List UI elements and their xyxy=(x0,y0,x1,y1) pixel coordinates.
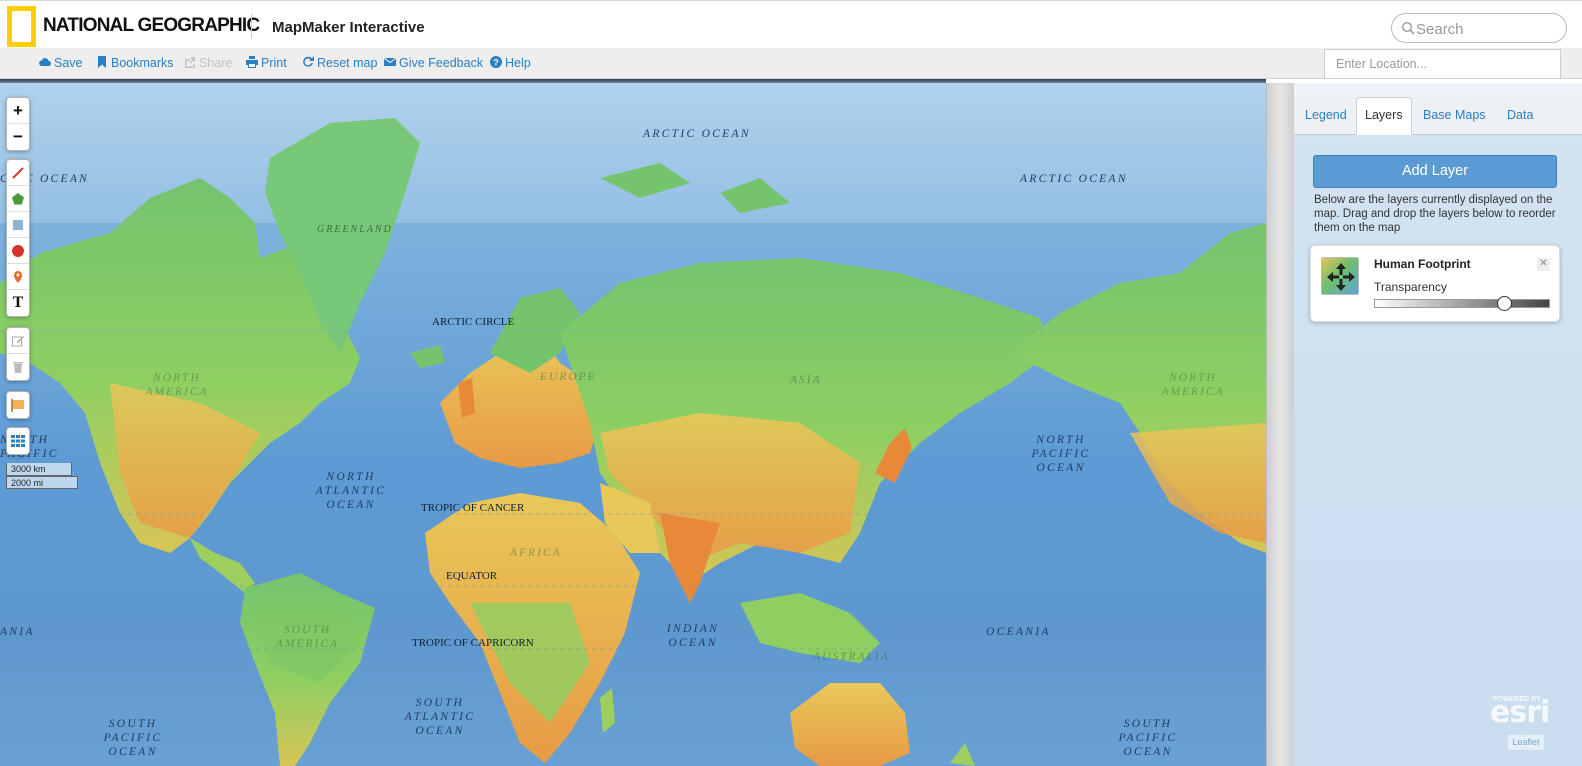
grid-icon[interactable] xyxy=(7,428,29,454)
give-feedback-label: Give Feedback xyxy=(399,56,484,70)
draw-toolbar: T xyxy=(6,159,30,317)
world-map[interactable]: ARCTIC OCEAN CTIC OCEAN ARCTIC OCEAN GRE… xyxy=(0,83,1266,766)
label-arctic-ocean: ARCTIC OCEAN xyxy=(643,128,751,140)
label-oceania-left: ANIA xyxy=(0,626,35,638)
zoom-control: + − xyxy=(6,97,30,151)
label-south-america: SOUTH AMERICA xyxy=(275,624,340,650)
label-arctic-circle: ARCTIC CIRCLE xyxy=(432,316,515,328)
delete-icon[interactable] xyxy=(7,354,29,380)
search-icon xyxy=(1401,21,1415,35)
reset-map-label: Reset map xyxy=(317,56,378,70)
transparency-label: Transparency xyxy=(1374,280,1447,294)
share-label: Share xyxy=(199,56,233,70)
leaflet-attribution[interactable]: Leaflet xyxy=(1508,735,1544,750)
header-separator xyxy=(251,14,252,38)
share-icon xyxy=(185,57,195,68)
tab-layers[interactable]: Layers xyxy=(1356,97,1412,135)
help-button[interactable]: ? Help xyxy=(490,56,531,70)
svg-text:?: ? xyxy=(493,58,499,68)
scale-mi: 2000 mi xyxy=(6,476,78,489)
label-indian-ocean: INDIAN OCEAN xyxy=(666,623,720,649)
tab-base-maps[interactable]: Base Maps xyxy=(1414,97,1495,135)
move-icon[interactable] xyxy=(1322,258,1360,296)
esri-logo[interactable]: esri xyxy=(1490,695,1550,730)
label-equator: EQUATOR xyxy=(446,570,498,582)
help-icon: ? xyxy=(490,56,502,68)
natgeo-logo-icon[interactable] xyxy=(7,6,36,47)
bookmarks-label: Bookmarks xyxy=(111,56,174,70)
give-feedback-button[interactable]: Give Feedback xyxy=(383,56,484,70)
grid-control xyxy=(6,427,30,455)
panel-tabs: Legend Layers Base Maps Data xyxy=(1294,97,1582,135)
text-tool-icon[interactable]: T xyxy=(7,290,29,316)
share-button[interactable]: Share xyxy=(184,56,232,70)
cloud-icon xyxy=(39,58,51,67)
save-label: Save xyxy=(54,56,83,70)
location-input[interactable] xyxy=(1325,50,1560,78)
reset-map-button[interactable]: Reset map xyxy=(302,56,377,70)
label-south-atlantic-ocean: SOUTH ATLANTIC OCEAN xyxy=(404,697,476,737)
print-label: Print xyxy=(261,56,287,70)
layer-thumbnail xyxy=(1321,257,1359,295)
location-box[interactable] xyxy=(1324,49,1561,79)
label-north-pacific-ocean: NORTH PACIFIC OCEAN xyxy=(1031,434,1091,474)
bookmarks-button[interactable]: Bookmarks xyxy=(96,56,174,70)
label-north-america: NORTH AMERICA xyxy=(145,372,209,398)
rectangle-tool-icon[interactable] xyxy=(7,212,29,238)
marker-tool-icon[interactable] xyxy=(7,264,29,290)
tab-data[interactable]: Data xyxy=(1498,97,1542,135)
zoom-in-button[interactable]: + xyxy=(7,98,29,124)
panel-divider[interactable] xyxy=(1266,83,1294,766)
print-icon xyxy=(246,56,258,68)
save-button[interactable]: Save xyxy=(39,56,83,70)
label-tropic-of-cancer: TROPIC OF CANCER xyxy=(421,502,525,514)
edit-toolbar xyxy=(6,327,30,381)
search-box[interactable] xyxy=(1391,13,1567,43)
label-oceania: OCEANIA xyxy=(986,626,1051,638)
layers-description: Below are the layers currently displayed… xyxy=(1314,194,1556,234)
circle-tool-icon[interactable] xyxy=(7,238,29,264)
remove-layer-icon[interactable]: ✕ xyxy=(1537,258,1550,271)
envelope-icon xyxy=(383,57,397,66)
side-panel: Legend Layers Base Maps Data Add Layer B… xyxy=(1294,83,1582,766)
scale-km: 3000 km xyxy=(6,463,72,476)
brand-name[interactable]: NATIONAL GEOGRAPHIC xyxy=(43,15,260,37)
transparency-slider[interactable] xyxy=(1374,296,1550,311)
zoom-out-button[interactable]: − xyxy=(7,124,29,150)
label-north-america-right: NORTH AMERICA xyxy=(1161,372,1225,398)
add-layer-button[interactable]: Add Layer xyxy=(1313,155,1557,188)
help-label: Help xyxy=(505,56,531,70)
search-input[interactable] xyxy=(1416,19,1556,39)
header: NATIONAL GEOGRAPHIC MapMaker Interactive xyxy=(0,0,1582,48)
transparency-slider-handle[interactable] xyxy=(1496,296,1512,311)
label-south-pacific-ocean: SOUTH PACIFIC OCEAN xyxy=(103,718,163,758)
layer-name: Human Footprint xyxy=(1374,257,1471,271)
label-australia: AUSTRALIA xyxy=(813,651,890,663)
label-greenland: GREENLAND xyxy=(317,224,393,235)
bookmark-icon xyxy=(98,56,106,68)
australia xyxy=(790,683,910,766)
polygon-tool-icon[interactable] xyxy=(7,186,29,212)
flag-icon[interactable] xyxy=(7,392,29,418)
label-europe: EUROPE xyxy=(540,371,597,383)
label-arctic-ocean-right: ARCTIC OCEAN xyxy=(1020,173,1128,185)
flag-control xyxy=(6,391,30,419)
refresh-icon xyxy=(303,56,314,67)
print-button[interactable]: Print xyxy=(246,56,287,70)
line-tool-icon[interactable] xyxy=(7,160,29,186)
label-north-atlantic-ocean: NORTH ATLANTIC OCEAN xyxy=(315,471,387,511)
label-south-pacific-ocean-right: SOUTH PACIFIC OCEAN xyxy=(1118,718,1178,758)
layer-card[interactable]: Human Footprint ✕ Transparency xyxy=(1310,245,1560,322)
label-asia: ASIA xyxy=(790,374,822,386)
label-africa: AFRICA xyxy=(510,547,562,559)
edit-icon[interactable] xyxy=(7,328,29,354)
tab-legend[interactable]: Legend xyxy=(1296,97,1356,135)
label-tropic-of-capricorn: TROPIC OF CAPRICORN xyxy=(412,637,534,649)
app-title: MapMaker Interactive xyxy=(272,19,425,36)
